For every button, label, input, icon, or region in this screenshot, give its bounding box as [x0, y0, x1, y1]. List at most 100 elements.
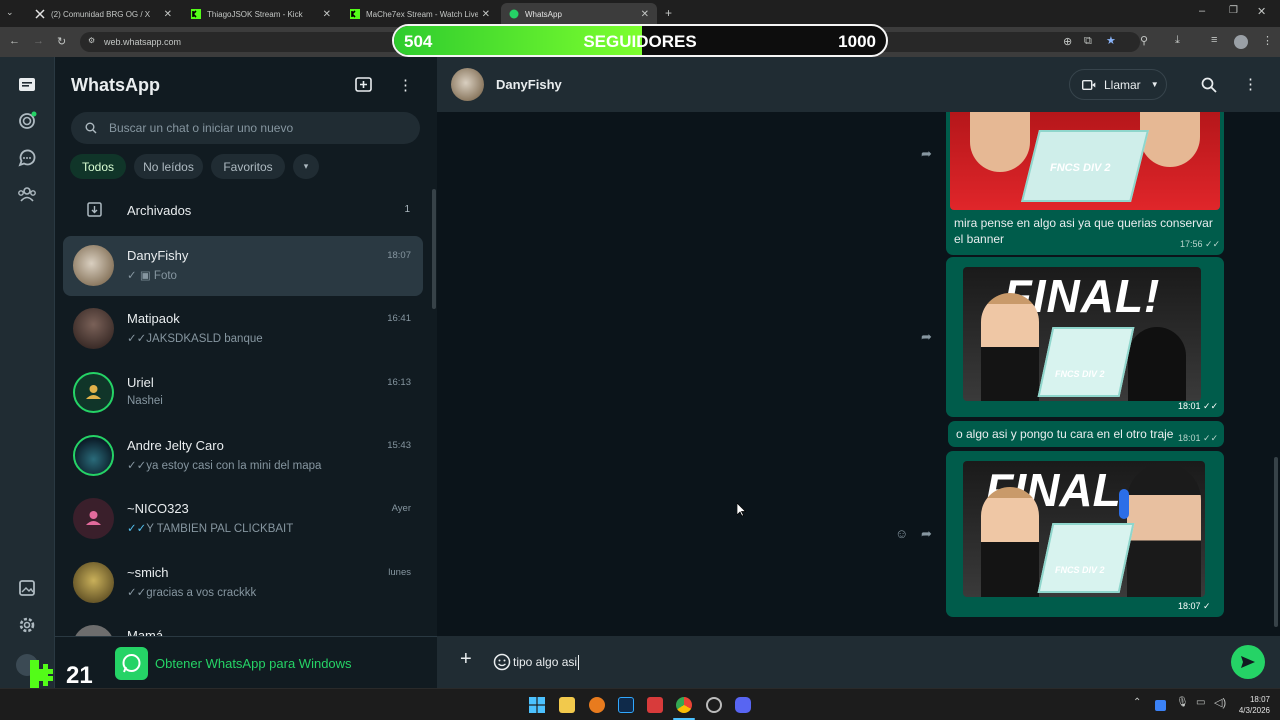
windows-start-icon[interactable] [529, 697, 545, 713]
chat-row[interactable]: ~smich ✓✓gracias a vos crackkk lunes [63, 553, 423, 613]
obs-icon[interactable] [706, 697, 722, 713]
scrollbar[interactable] [432, 189, 436, 309]
media-gallery-icon[interactable] [16, 577, 38, 599]
bookmark-star-icon[interactable]: ★ [1106, 34, 1116, 47]
search-icon[interactable] [1201, 77, 1217, 93]
chat-row[interactable]: DanyFishy ✓ ▣ Foto 18:07 [63, 236, 423, 296]
message-bubble-outgoing[interactable]: FINAL! FNCS DIV 2 18:01 ✓✓ [946, 257, 1224, 417]
tab-close-icon[interactable]: ✕ [482, 9, 490, 20]
chat-preview-text: Nashei [127, 395, 163, 407]
site-info-icon[interactable]: ⚙ [88, 36, 95, 45]
contact-avatar[interactable] [451, 68, 484, 101]
chat-row[interactable]: Matipaok ✓✓JAKSDKASLD banque 16:41 [63, 299, 423, 359]
profile-avatar[interactable] [1234, 35, 1248, 49]
wps-office-icon[interactable] [647, 697, 663, 713]
system-clock[interactable]: 18:07 4/3/2026 [1230, 694, 1270, 716]
person-figure [1140, 112, 1200, 167]
message-bubble-outgoing[interactable]: FNCS DIV 2 mira pense en algo asi ya que… [946, 112, 1224, 255]
chat-time: 16:41 [387, 313, 411, 324]
restore-icon[interactable]: ❐ [1229, 5, 1238, 16]
window-close-icon[interactable]: ✕ [1257, 5, 1266, 18]
message-image[interactable]: FINAL! FNCS DIV 2 [963, 267, 1201, 401]
menu-icon[interactable]: ⋮ [398, 76, 413, 94]
tray-chevron-icon[interactable]: ⌃ [1133, 697, 1141, 708]
tab-close-icon[interactable]: ✕ [641, 9, 649, 20]
file-explorer-icon[interactable] [559, 697, 575, 713]
communities-icon[interactable] [16, 183, 38, 205]
filter-all[interactable]: Todos [70, 154, 126, 179]
message-time: 17:56 ✓✓ [1180, 239, 1220, 250]
chat-row[interactable]: Andre Jelty Caro ✓✓ya estoy casi con la … [63, 426, 423, 486]
tab-title: MaChe7ex Stream - Watch Live [366, 9, 478, 19]
browser-menu-icon[interactable]: ⋮ [1262, 34, 1273, 47]
browser-tab[interactable]: (2) Comunidad BRG OG / X ✕ [27, 3, 180, 25]
browser-tab-active[interactable]: WhatsApp ✕ [501, 3, 657, 25]
message-bubble-outgoing[interactable]: o algo asi y pongo tu cara en el otro tr… [948, 421, 1224, 447]
blender-icon[interactable] [589, 697, 605, 713]
volume-icon[interactable]: ◁) [1214, 696, 1226, 709]
photoshop-icon[interactable] [618, 697, 634, 713]
download-promo[interactable]: Obtener WhatsApp para Windows [55, 636, 437, 688]
network-icon[interactable]: ▭ [1196, 697, 1205, 708]
menu-icon[interactable]: ⋮ [1243, 75, 1258, 93]
channels-icon[interactable] [16, 147, 38, 169]
app-title: WhatsApp [71, 75, 160, 95]
download-icon[interactable]: ⤓ [1175, 34, 1180, 47]
install-app-icon[interactable]: ⧉ [1084, 35, 1092, 48]
forward-icon[interactable]: ➦ [921, 329, 932, 345]
chat-row[interactable]: Mamá [63, 616, 423, 638]
zoom-icon[interactable]: ⊕ [1063, 35, 1072, 48]
forward-icon[interactable]: ➦ [921, 526, 932, 542]
media-control-icon[interactable]: ≡ [1211, 34, 1217, 46]
tab-close-icon[interactable]: ✕ [323, 9, 331, 20]
image-caption-text: FNCS DIV 2 [1050, 162, 1111, 174]
chrome-icon[interactable] [676, 697, 692, 713]
emoji-react-icon[interactable]: ☺ [895, 526, 908, 541]
browser-tab[interactable]: ThiagoJSOK Stream - Kick ✕ [183, 3, 339, 25]
chat-row[interactable]: ~NICO323 ✓✓Y TAMBIEN PAL CLICKBAIT Ayer [63, 489, 423, 549]
message-image[interactable]: FNCS DIV 2 [950, 112, 1220, 210]
tab-title: WhatsApp [525, 9, 562, 19]
sent-check-icon: ✓ [1203, 601, 1211, 611]
search-input[interactable]: Buscar un chat o iniciar uno nuevo [71, 112, 420, 144]
forward-icon[interactable]: → [33, 35, 44, 47]
kick-logo-icon [30, 660, 53, 690]
archived-row[interactable]: Archivados 1 [63, 194, 423, 226]
new-chat-icon[interactable] [354, 76, 374, 94]
discord-icon[interactable] [735, 697, 751, 713]
microphone-icon[interactable]: 🎙 [1176, 697, 1189, 708]
filter-favorites[interactable]: Favoritos [211, 154, 285, 179]
person-figure [981, 293, 1039, 401]
settings-icon[interactable] [16, 614, 38, 636]
chats-icon[interactable] [16, 74, 38, 96]
follower-goal: 1000 [838, 32, 876, 51]
reload-icon[interactable]: ↻ [57, 35, 66, 48]
tray-app-icon[interactable] [1155, 700, 1166, 711]
status-icon[interactable] [16, 110, 38, 132]
browser-tab[interactable]: MaChe7ex Stream - Watch Live ✕ [342, 3, 498, 25]
filter-unread[interactable]: No leídos [134, 154, 203, 179]
message-bubble-outgoing[interactable]: FINAL FNCS DIV 2 18:07 ✓ [946, 451, 1224, 617]
scrollbar[interactable] [1274, 457, 1278, 627]
call-label: Llamar [1104, 77, 1141, 92]
extensions-icon[interactable]: ⚲ [1140, 34, 1148, 47]
browser-tab-strip: ⌄ (2) Comunidad BRG OG / X ✕ ThiagoJSOK … [0, 0, 1280, 27]
chat-row[interactable]: Uriel Nashei 16:13 [63, 363, 423, 423]
tab-close-icon[interactable]: ✕ [164, 9, 172, 20]
filter-more-chevron-icon[interactable]: ▾ [293, 154, 319, 179]
new-tab-icon[interactable]: + [665, 6, 672, 20]
forward-icon[interactable]: ➦ [921, 146, 932, 162]
back-icon[interactable]: ← [9, 35, 20, 47]
message-input[interactable]: tipo algo asi [513, 646, 1223, 678]
sticker-emoji-icon[interactable] [493, 653, 511, 671]
minimize-icon[interactable]: – [1199, 5, 1205, 17]
call-chevron-icon: ▼ [1150, 80, 1159, 89]
send-button[interactable] [1231, 645, 1265, 679]
message-image[interactable]: FINAL FNCS DIV 2 [963, 461, 1205, 597]
call-button[interactable]: Llamar ▼ [1069, 69, 1167, 100]
attach-plus-icon[interactable]: + [460, 648, 472, 671]
contact-name[interactable]: DanyFishy [496, 77, 562, 92]
whatsapp-logo-icon [115, 647, 148, 680]
tab-list-chevron-icon[interactable]: ⌄ [6, 7, 14, 18]
conversation-header[interactable]: DanyFishy Llamar ▼ ⋮ [437, 57, 1280, 112]
